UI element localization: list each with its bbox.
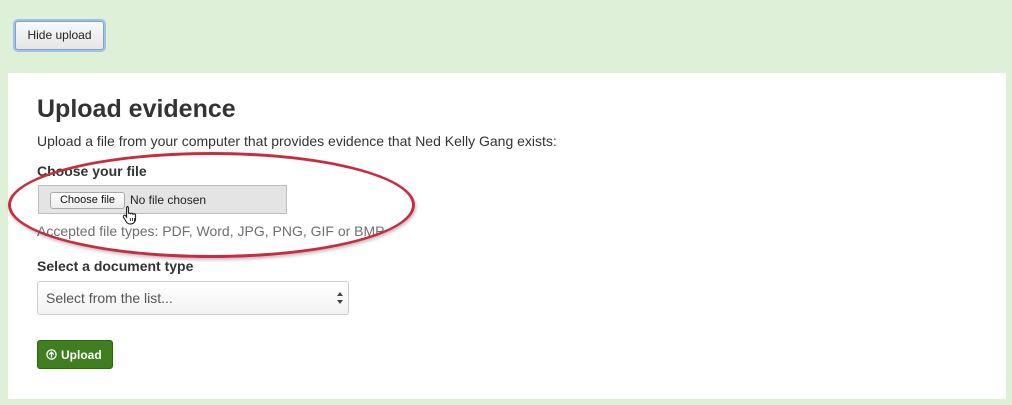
document-type-label: Select a document type [37,258,194,274]
upload-button[interactable]: Upload [37,340,113,369]
document-type-select[interactable]: Select from the list... [37,281,349,315]
upload-circle-icon [46,349,57,360]
upload-panel: Upload evidence Upload a file from your … [8,73,1006,399]
select-arrows-icon [337,292,343,304]
intro-text: Upload a file from your computer that pr… [37,133,557,149]
upload-container: Hide upload Upload evidence Upload a fil… [0,0,1012,405]
document-type-selected-value: Select from the list... [46,290,173,306]
hide-upload-button[interactable]: Hide upload [15,21,104,50]
upload-button-label: Upload [61,348,102,362]
page-title: Upload evidence [37,95,236,123]
highlight-annotation [8,152,415,258]
